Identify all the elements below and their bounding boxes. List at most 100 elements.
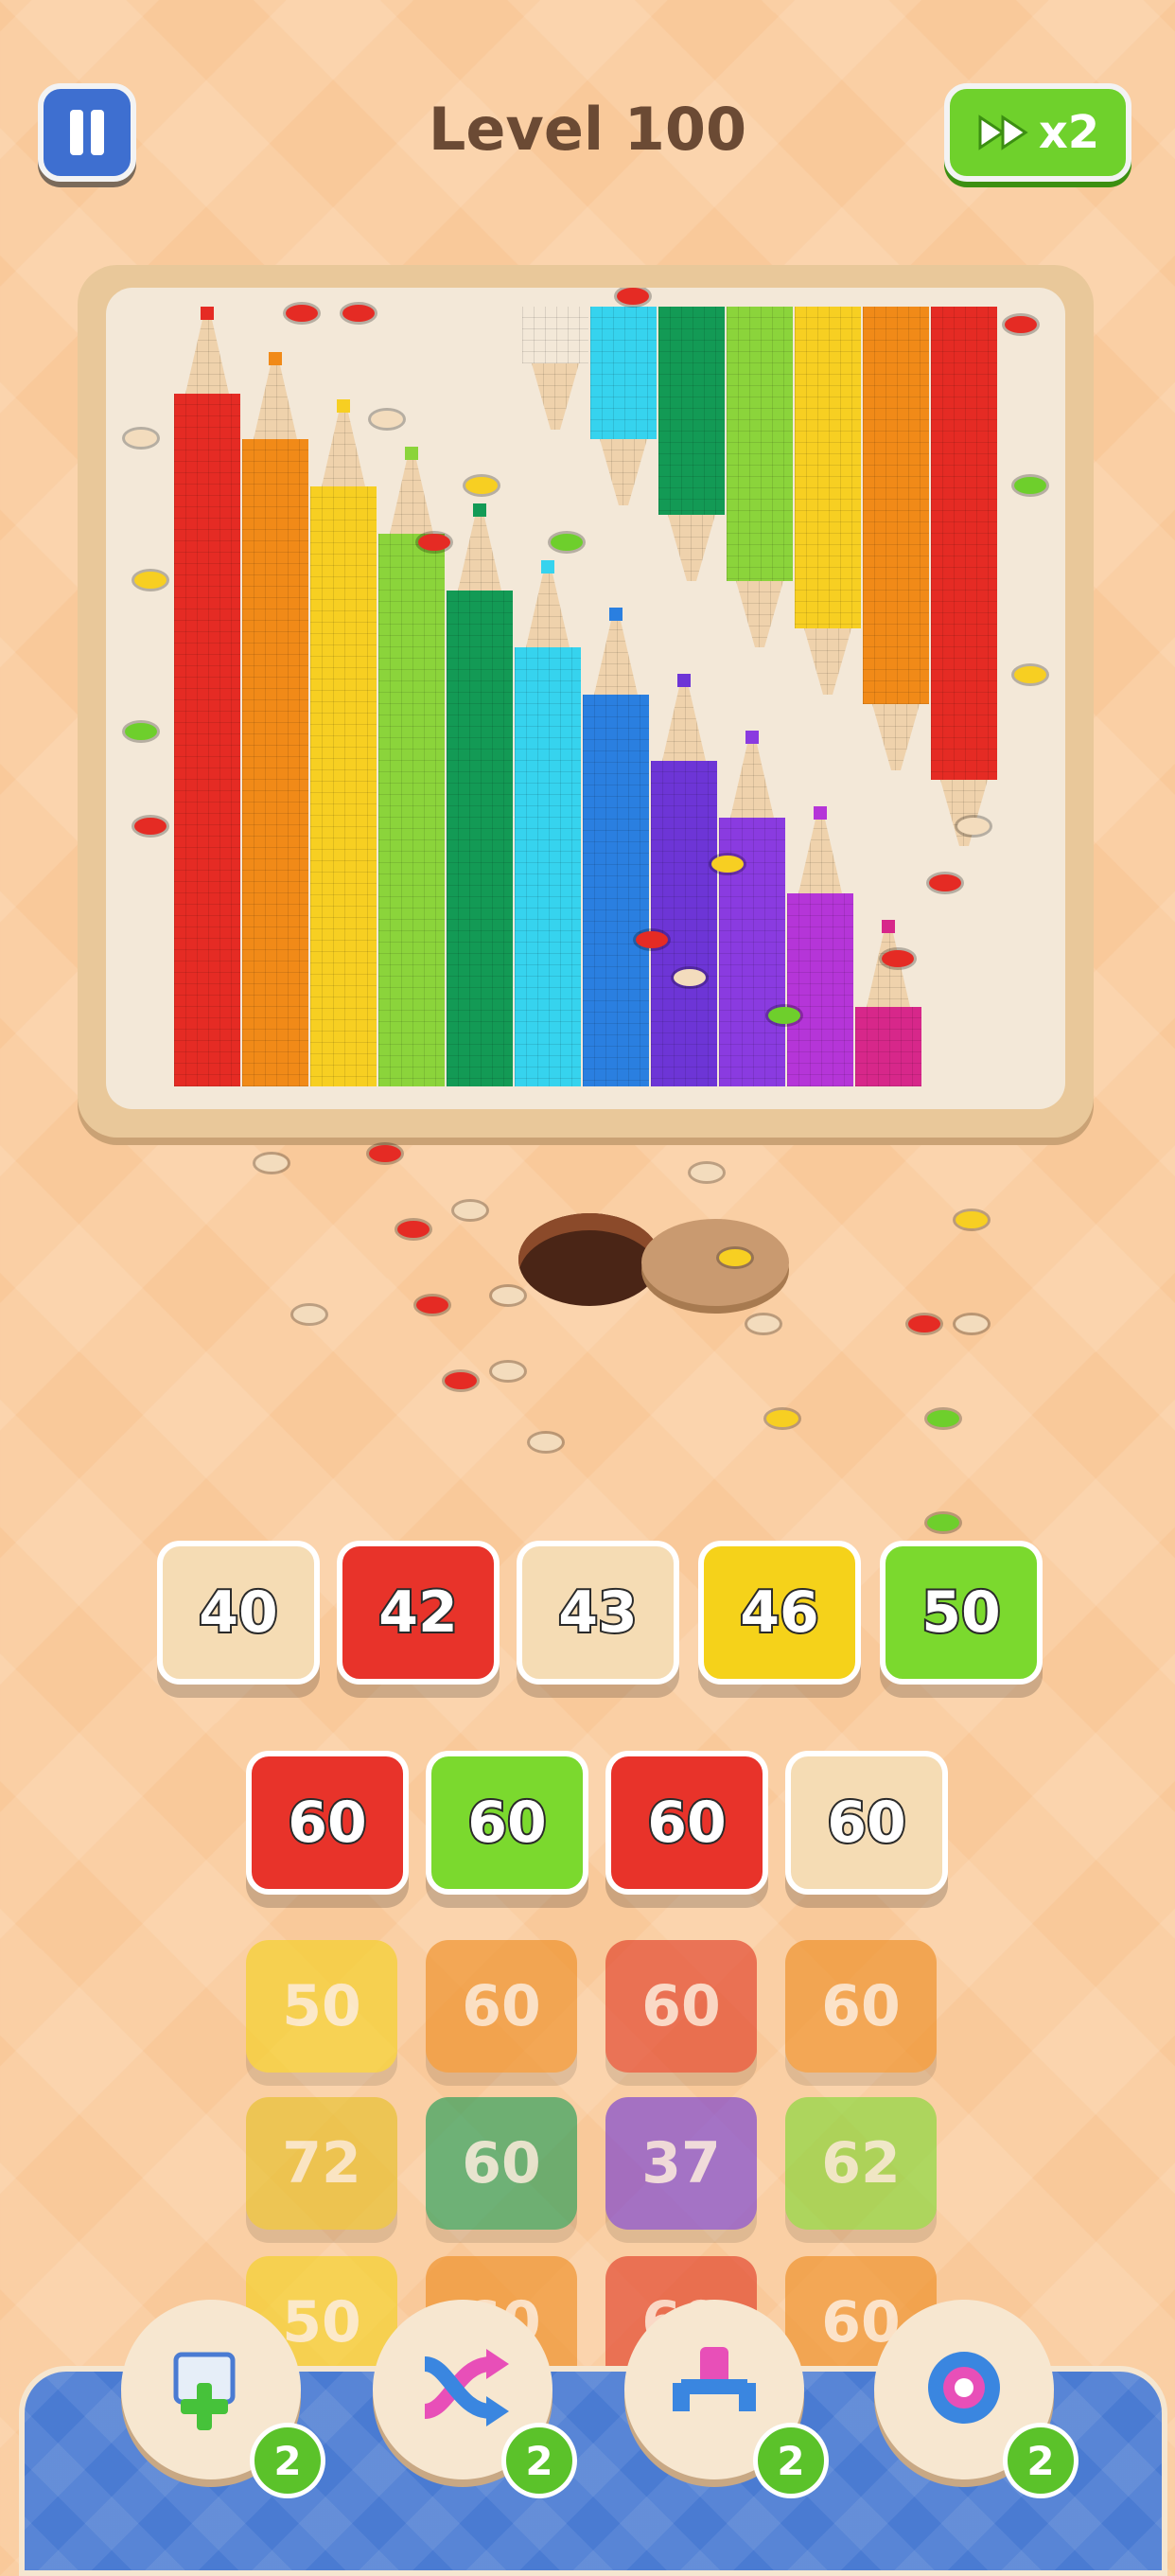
ant [293, 1306, 325, 1323]
ant [691, 1164, 723, 1181]
color-tile: 60 [426, 1940, 577, 2073]
pencil-lead [201, 307, 214, 320]
color-tile[interactable]: 42 [337, 1541, 500, 1685]
tile-count: 37 [641, 2130, 721, 2197]
ant [397, 1221, 430, 1238]
pencil-bar [242, 439, 308, 1086]
pencil-bar [583, 695, 649, 1086]
pencil-bar-inverted [931, 307, 997, 780]
color-tile[interactable]: 60 [426, 1751, 588, 1895]
ant [674, 969, 706, 986]
ant-hole [518, 1213, 660, 1306]
pencil-tip [668, 515, 715, 581]
add-box-icon [159, 2336, 263, 2444]
tile-count: 60 [462, 2130, 541, 2197]
ant [454, 1202, 486, 1219]
speed-toggle-button[interactable]: x2 [944, 83, 1131, 182]
tile-count: 43 [556, 1578, 639, 1648]
color-tile: 37 [605, 2097, 757, 2230]
color-tile: 62 [785, 2097, 937, 2230]
ant [492, 1363, 524, 1380]
pencil-lead [745, 731, 759, 744]
tile-count: 50 [920, 1578, 1002, 1648]
ant [1014, 477, 1046, 494]
color-tile[interactable]: 60 [605, 1751, 768, 1895]
pencil-picture [106, 288, 1065, 1109]
tile-count: 46 [738, 1578, 820, 1648]
tile-count: 60 [825, 1788, 907, 1858]
speed-label: x2 [1038, 106, 1100, 159]
ant [768, 1007, 800, 1024]
pencil-bar-inverted [522, 307, 588, 363]
pencil-lead [269, 352, 282, 365]
tile-count: 60 [821, 1973, 901, 2039]
ant [418, 534, 450, 551]
pencil-tip [594, 619, 638, 695]
color-tile: 72 [246, 2097, 397, 2230]
pencil-tip [185, 318, 229, 394]
ant [1005, 316, 1037, 333]
hole-lid [641, 1219, 789, 1306]
pencil-tip [532, 363, 579, 430]
pencil-bar-inverted [590, 307, 657, 439]
color-tile[interactable]: 46 [698, 1541, 861, 1685]
ant [255, 1155, 288, 1172]
magnet-icon [662, 2336, 766, 2444]
tile-count: 62 [821, 2130, 901, 2197]
ant [465, 477, 498, 494]
pencil-lead [405, 447, 418, 460]
pencil-bar-inverted [863, 307, 929, 704]
pencil-tip [458, 515, 501, 591]
ant [342, 305, 375, 322]
color-tile[interactable]: 50 [880, 1541, 1043, 1685]
pencil-bar [855, 1007, 921, 1086]
pencil-lead [677, 674, 691, 687]
ant [286, 305, 318, 322]
pencil-tip [526, 572, 570, 647]
color-tile[interactable]: 60 [246, 1751, 409, 1895]
ant [711, 856, 744, 873]
color-tile: 60 [785, 1940, 937, 2073]
pencil-tip [600, 439, 647, 505]
tile-count: 60 [465, 1788, 548, 1858]
ant [371, 411, 403, 428]
pencil-bar [651, 761, 717, 1086]
ant [1014, 666, 1046, 683]
pencil-tip [662, 685, 706, 761]
pencil-tip [254, 363, 297, 439]
shuffle-arrow-icon [411, 2336, 515, 2444]
ant [492, 1287, 524, 1304]
pencil-tip [940, 780, 988, 846]
pencil-lead [541, 560, 554, 573]
pencil-lead [814, 806, 827, 820]
ant [551, 534, 583, 551]
pencil-lead [473, 503, 486, 517]
ant [957, 818, 990, 835]
color-tile[interactable]: 60 [785, 1751, 948, 1895]
ant [929, 874, 961, 891]
pencil-tip [322, 411, 365, 486]
ant [445, 1372, 477, 1389]
pencil-tip [872, 704, 920, 770]
ant [766, 1410, 798, 1427]
ant [719, 1249, 751, 1266]
pencil-bar-inverted [658, 307, 725, 515]
tile-count: 60 [645, 1788, 728, 1858]
ant [882, 950, 914, 967]
ant [636, 931, 668, 948]
pencil-tip [736, 581, 783, 647]
ant [927, 1514, 959, 1531]
pencil-bar [174, 394, 240, 1086]
tile-count: 60 [286, 1788, 368, 1858]
color-tile[interactable]: 43 [517, 1541, 679, 1685]
pencil-bar [378, 534, 445, 1086]
pencil-bar [787, 893, 853, 1086]
color-tile: 60 [605, 1940, 757, 2073]
color-tile: 50 [246, 1940, 397, 2073]
ant [134, 572, 167, 589]
color-tile[interactable]: 40 [157, 1541, 320, 1685]
tile-count: 72 [282, 2130, 361, 2197]
ant [956, 1315, 988, 1332]
pencil-tip [798, 818, 842, 893]
pencil-bar-inverted [795, 307, 861, 628]
